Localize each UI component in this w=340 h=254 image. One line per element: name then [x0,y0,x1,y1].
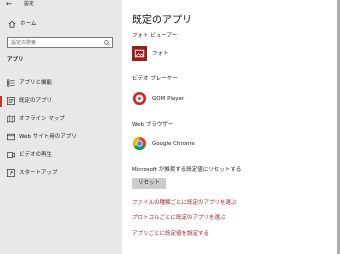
sidebar-item-label: Web サイト用のアプリ [19,134,77,140]
home-label: ホーム [20,21,37,27]
sidebar-item-default-apps[interactable]: 既定のアプリ [0,93,122,111]
page-title: 既定のアプリ [132,15,192,26]
window-title: 設定 [24,1,35,7]
sidebar-item-label: 既定のアプリ [19,98,53,104]
sidebar-item-startup[interactable]: スタートアップ [0,165,122,183]
home-icon [8,20,16,28]
category-label-video-player: ビデオ プレーヤー [132,76,178,82]
search-placeholder: 設定の検索 [11,39,37,46]
list-icon [7,79,15,87]
category-label-web-browser: Web ブラウザー [132,122,174,128]
section-label: アプリ [7,57,24,63]
reset-description: Microsoft が推奨する既定値にリセットする [132,167,242,173]
main-content: 既定のアプリ フォト ビューアー フォト ビデオ プレーヤー GOM Playe… [122,0,340,254]
link-set-defaults-by-app[interactable]: アプリごとに既定値を設定する [132,231,209,238]
sidebar-item-label: オフライン マップ [19,116,65,122]
startup-icon [7,169,15,177]
title-bar: ← 設定 [0,0,122,10]
app-name: GOM Player [152,95,185,102]
search-input[interactable]: 設定の検索 [7,37,113,48]
default-app-web-browser[interactable]: Google Chrome [132,136,312,152]
reset-button[interactable]: リセット [132,178,166,189]
chrome-icon [132,136,147,151]
website-apps-icon [7,133,15,141]
sidebar-item-video-playback[interactable]: ビデオの再生 [0,147,122,165]
sidebar-item-apps-features[interactable]: アプリと機能 [0,75,122,93]
app-name: Google Chrome [152,140,195,147]
default-app-video-player[interactable]: GOM Player [132,91,312,107]
map-icon [7,115,15,123]
sidebar-nav: アプリと機能 既定のアプリ オフライン マップ Web サイト用のアプリ ビデオ… [0,75,122,183]
sidebar-item-label: スタートアップ [19,170,58,176]
sidebar-item-label: アプリと機能 [19,80,53,86]
back-arrow-icon[interactable]: ← [6,0,12,8]
gom-player-icon [132,91,147,106]
sidebar-item-website-apps[interactable]: Web サイト用のアプリ [0,129,122,147]
photos-app-icon [132,46,147,61]
default-app-photo-viewer[interactable]: フォト [132,46,312,62]
video-icon [7,152,15,158]
app-name: フォト [152,50,169,57]
active-indicator [0,96,2,107]
search-icon[interactable] [104,39,110,46]
sidebar: ← 設定 ホーム 設定の検索 アプリ アプリと機能 既定のアプリ オフライン マ… [0,0,122,254]
sidebar-item-label: ビデオの再生 [19,152,53,158]
category-label-photo-viewer: フォト ビューアー [132,33,178,39]
sidebar-item-offline-maps[interactable]: オフライン マップ [0,111,122,129]
default-apps-icon [7,97,15,105]
link-choose-by-file-type[interactable]: ファイルの種類ごとに既定のアプリを選ぶ [132,200,237,207]
home-link[interactable]: ホーム [0,18,122,30]
link-choose-by-protocol[interactable]: プロトコルごとに既定のアプリを選ぶ [132,215,226,222]
